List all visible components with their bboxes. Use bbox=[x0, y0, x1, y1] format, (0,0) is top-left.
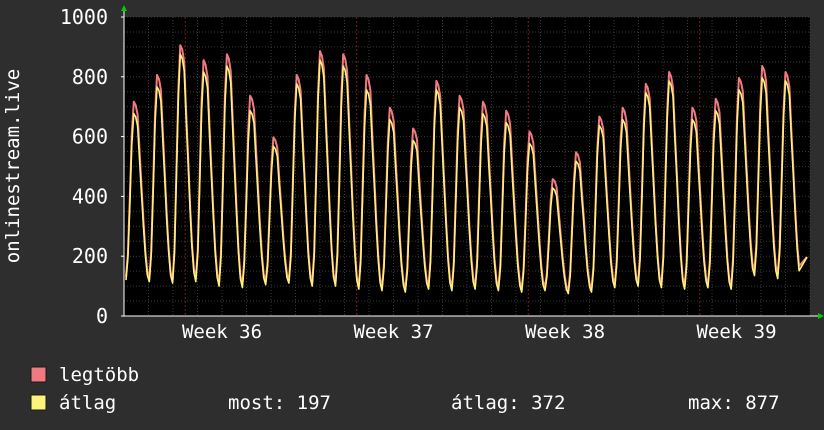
x-tick-label: Week 37 bbox=[353, 321, 433, 343]
y-tick-label: 0 bbox=[96, 304, 108, 328]
x-ticks: Week 36 Week 37 Week 38 Week 39 bbox=[182, 321, 777, 343]
legend-label-legtobb: legtöbb bbox=[59, 364, 139, 386]
stat-max: max: 877 bbox=[688, 392, 780, 414]
stat-atlag: átlag: 372 bbox=[451, 392, 565, 414]
legend: legtöbb átlag most: 197 átlag: 372 max: … bbox=[30, 364, 780, 414]
y-ticks: 0 200 400 600 800 1000 bbox=[60, 5, 124, 328]
legend-item-atlag: átlag bbox=[30, 392, 116, 414]
y-tick-label: 600 bbox=[72, 125, 108, 149]
y-tick-label: 200 bbox=[72, 244, 108, 268]
y-tick-label: 800 bbox=[72, 65, 108, 89]
plot-area bbox=[121, 5, 824, 319]
y-tick-label: 1000 bbox=[60, 5, 108, 29]
legend-swatch-legtobb bbox=[30, 366, 47, 383]
y-axis-arrow bbox=[121, 5, 127, 11]
legend-swatch-atlag bbox=[30, 394, 47, 411]
legend-item-legtobb: legtöbb bbox=[30, 364, 139, 386]
chart-canvas: onlinestream.live 0 200 400 600 800 1000 Week… bbox=[2, 5, 824, 414]
legend-label-atlag: átlag bbox=[59, 392, 116, 414]
x-tick-label: Week 39 bbox=[696, 321, 776, 343]
y-axis-label: onlinestream.live bbox=[2, 69, 24, 263]
x-tick-label: Week 38 bbox=[525, 321, 605, 343]
y-tick-label: 400 bbox=[72, 184, 108, 208]
x-tick-label: Week 36 bbox=[182, 321, 262, 343]
x-axis-arrow bbox=[818, 313, 824, 319]
stat-most: most: 197 bbox=[228, 392, 331, 414]
